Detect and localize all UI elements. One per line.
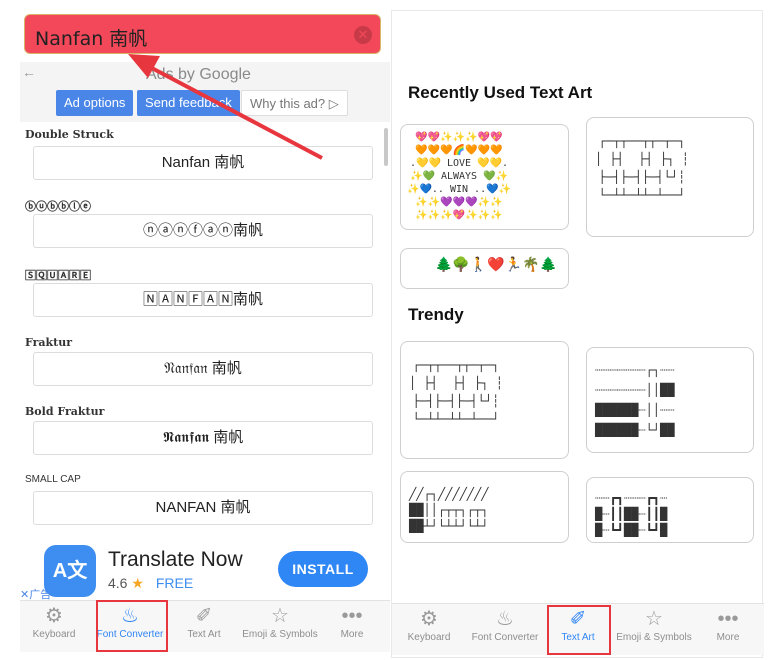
text-art-card[interactable]: ┌─┬┬──┬┬─┬─┐ │ ├┤ ├┤ ├┐ ┆ ├─┤├─┤├─┤└┘┆ └…	[400, 341, 569, 459]
translate-app-icon: A文	[44, 545, 96, 597]
font-style-output[interactable]: NANFAN 南帆	[33, 491, 373, 525]
scrollbar[interactable]	[384, 128, 388, 166]
tab-label: Keyboard	[32, 629, 76, 640]
tab-label: Emoji & Symbols	[616, 632, 692, 643]
text-art-preview: ╱╱┌┐╱╱╱╱╱╱╱ ██││┌┬┬┐┌┬┐ ██┴┘└┴┴┘└┴┘	[409, 487, 489, 533]
star-icon: ☆	[271, 605, 289, 627]
rating-value: 4.6	[108, 575, 128, 591]
tab-label: Keyboard	[407, 632, 451, 643]
text-art-preview: ┈┈┏┓┈┈┈┏┓┈ █┈┃┃██┈┃┃█ █┈┗┛██┈┗┛█	[595, 491, 668, 537]
text-art-preview: ┌─┬┬──┬┬─┬─┐ │ ├┤ ├┤ ├┐ ┆ ├─┤├─┤├─┤└┘┆ └…	[595, 134, 689, 202]
ad-options-button[interactable]: Ad options	[56, 90, 134, 116]
tab-text-art[interactable]: ✐ Text Art	[172, 601, 236, 653]
text-art-preview: 💖💖✨✨✨💖💖 🧡🧡🧡🌈🧡🧡🧡 .💛💛 LOVE 💛💛. ✨💚 ALWAYS 💚…	[407, 132, 511, 221]
screenshot: Nanfan 南帆 ✕ ← Ads by Google Ad options S…	[0, 0, 784, 660]
tab-more[interactable]: ••• More	[324, 601, 380, 653]
highlight-box	[547, 605, 611, 655]
font-style-label: ⓑⓤⓑⓑⓛⓔ	[25, 200, 91, 213]
font-style-output[interactable]: 🄽🄰🄽🄵🄰🄽南帆	[33, 283, 373, 317]
font-converter-screen: Nanfan 南帆 ✕ ← Ads by Google Ad options S…	[20, 10, 390, 658]
text-art-card[interactable]: ╱╱┌┐╱╱╱╱╱╱╱ ██││┌┬┬┐┌┬┐ ██┴┘└┴┴┘└┴┘	[400, 471, 569, 543]
star-icon: ★	[131, 575, 144, 591]
text-art-card[interactable]: ┈┈┏┓┈┈┈┏┓┈ █┈┃┃██┈┃┃█ █┈┗┛██┈┗┛█	[586, 477, 754, 543]
search-input[interactable]: Nanfan 南帆 ✕	[24, 14, 381, 54]
text-art-screen: Recently Used Text Art 💖💖✨✨✨💖💖 🧡🧡🧡🌈🧡🧡🧡 .…	[391, 10, 764, 658]
font-style-output[interactable]: 𝔑𝔞𝔫𝔣𝔞𝔫 南帆	[33, 352, 373, 386]
tab-font-converter[interactable]: ♨ Font Converter	[466, 604, 544, 656]
back-arrow-icon[interactable]: ←	[22, 64, 36, 80]
highlight-box	[96, 600, 168, 652]
tab-label: Emoji & Symbols	[242, 629, 318, 640]
app-rating: 4.6 ★ FREE	[108, 575, 193, 592]
tab-keyboard[interactable]: ⚙ Keyboard	[394, 604, 464, 656]
font-style-output[interactable]: ⓝⓐⓝⓕⓐⓝ南帆	[33, 214, 373, 248]
text-art-preview: 🌲🌳🚶❤️🏃🌴🌲	[435, 257, 558, 273]
font-style-label: Fraktur	[25, 336, 73, 349]
tab-label: Font Converter	[471, 632, 539, 643]
more-icon: •••	[341, 605, 363, 627]
gear-icon: ⚙	[45, 605, 63, 627]
ad-title: Ads by Google	[146, 66, 251, 83]
bottom-tab-bar: ⚙ Keyboard ♨ Font Converter ✐ Text Art ☆…	[20, 600, 390, 652]
font-style-label: Double Struck	[25, 128, 114, 141]
google-ad-banner: ← Ads by Google Ad options Send feedback…	[20, 62, 390, 122]
more-icon: •••	[717, 608, 739, 630]
text-art-card[interactable]: ┈┈┈┈┈┈┈┌┐┈┈ ┈┈┈┈┈┈┈││██ ██████┈││┈┈ ████…	[586, 347, 754, 453]
why-this-ad-button[interactable]: Why this ad? ▷	[241, 90, 348, 116]
tab-label: Text Art	[187, 629, 221, 640]
gear-icon: ⚙	[420, 608, 438, 630]
tab-more[interactable]: ••• More	[698, 604, 758, 656]
app-price: FREE	[155, 575, 194, 591]
tab-label: More	[340, 629, 364, 640]
tab-label: More	[716, 632, 740, 643]
send-feedback-button[interactable]: Send feedback	[137, 90, 240, 116]
star-icon: ☆	[645, 608, 663, 630]
text-art-preview: ┈┈┈┈┈┈┈┌┐┈┈ ┈┈┈┈┈┈┈││██ ██████┈││┈┈ ████…	[595, 363, 675, 437]
font-style-label: SMALL CAP	[25, 474, 81, 485]
app-name: Translate Now	[108, 548, 243, 571]
text-art-card[interactable]: ┌─┬┬──┬┬─┬─┐ │ ├┤ ├┤ ├┐ ┆ ├─┤├─┤├─┤└┘┆ └…	[586, 117, 754, 237]
clear-icon[interactable]: ✕	[354, 26, 372, 44]
tab-emoji-symbols[interactable]: ☆ Emoji & Symbols	[614, 604, 694, 656]
text-art-card[interactable]: 💖💖✨✨✨💖💖 🧡🧡🧡🌈🧡🧡🧡 .💛💛 LOVE 💛💛. ✨💚 ALWAYS 💚…	[400, 124, 569, 230]
font-style-label: 🅂🅀🅄🄰🅁🄴	[25, 269, 91, 282]
tab-keyboard[interactable]: ⚙ Keyboard	[20, 601, 88, 653]
trendy-section-title: Trendy	[408, 305, 464, 324]
font-style-list[interactable]: Double Struck Nanfan 南帆 ⓑⓤⓑⓑⓛⓔ ⓝⓐⓝⓕⓐⓝ南帆 …	[20, 124, 390, 544]
steam-icon: ♨	[496, 608, 514, 630]
tab-emoji-symbols[interactable]: ☆ Emoji & Symbols	[240, 601, 320, 653]
recent-section-title: Recently Used Text Art	[408, 83, 593, 102]
brush-icon: ✐	[195, 605, 213, 627]
install-button[interactable]: INSTALL	[278, 551, 368, 587]
font-style-label: Bold Fraktur	[25, 405, 105, 418]
text-art-preview: ┌─┬┬──┬┬─┬─┐ │ ├┤ ├┤ ├┐ ┆ ├─┤├─┤├─┤└┘┆ └…	[409, 358, 503, 426]
font-style-output[interactable]: Nanfan 南帆	[33, 146, 373, 180]
font-style-output[interactable]: 𝕹𝖆𝖓𝖋𝖆𝖓 南帆	[33, 421, 373, 455]
search-text: Nanfan 南帆	[35, 28, 148, 50]
app-install-ad[interactable]: A文 Translate Now 4.6 ★ FREE INSTALL ✕广告	[20, 542, 390, 604]
text-art-card[interactable]: 🌲🌳🚶❤️🏃🌴🌲	[400, 248, 569, 289]
